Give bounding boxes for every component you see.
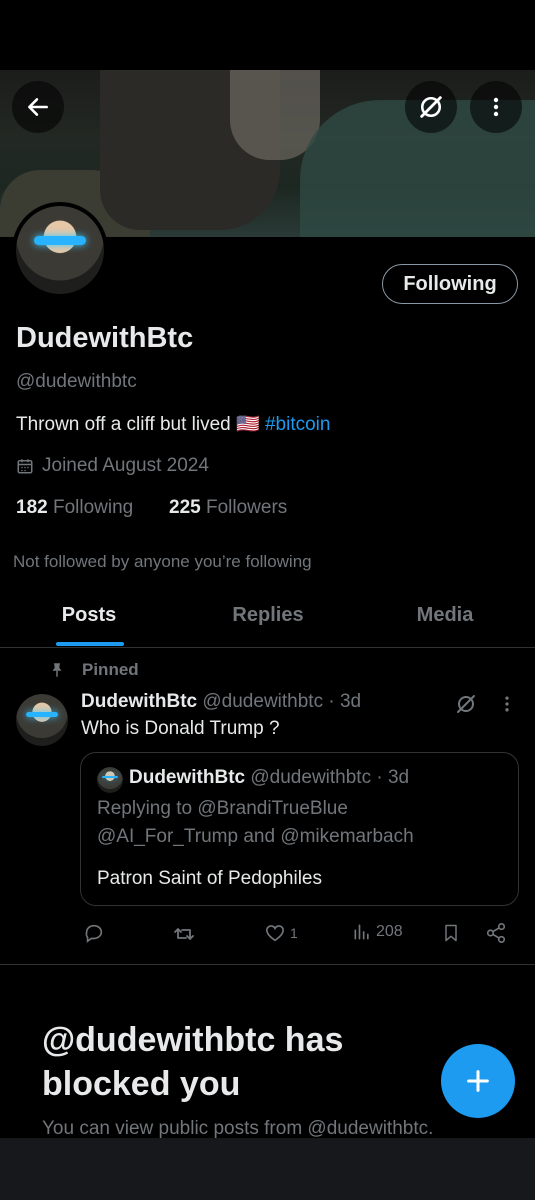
bio-text: Thrown off a cliff but lived 🇺🇸 <box>16 414 260 435</box>
repost-button[interactable] <box>172 922 196 946</box>
quoted-replying-line1: Replying to @BrandiTrueBlue <box>97 798 348 819</box>
bottom-navigation-bar <box>0 1138 535 1200</box>
heart-icon <box>265 925 285 942</box>
joined-date: Joined August 2024 <box>16 455 209 477</box>
active-tab-indicator <box>56 642 124 646</box>
compose-post-button[interactable] <box>441 1044 515 1118</box>
views-icon <box>354 924 369 940</box>
share-icon <box>486 923 506 943</box>
quoted-handle-time: @dudewithbtc · 3d <box>250 767 410 788</box>
grok-slash-icon <box>420 96 442 118</box>
repost-icon <box>174 928 194 940</box>
bio: Thrown off a cliff but lived 🇺🇸 #bitcoin <box>16 412 330 436</box>
joined-text: Joined August 2024 <box>42 455 209 476</box>
quoted-header: DudewithBtc @dudewithbtc · 3d <box>129 767 409 789</box>
arrow-left-icon <box>28 98 48 116</box>
followers-stat[interactable]: 225 Followers <box>169 497 287 519</box>
followers-label: Followers <box>205 497 288 518</box>
not-followed-note: Not followed by anyone you’re following <box>13 552 312 571</box>
quoted-replying-line2: @AI_For_Trump and @mikemarbach <box>97 826 414 847</box>
like-count: 1 <box>290 925 298 941</box>
user-handle: @dudewithbtc <box>16 371 137 392</box>
post-more-icon[interactable] <box>497 694 517 714</box>
display-name: DudewithBtc <box>16 322 194 354</box>
quoted-text: Patron Saint of Pedophiles <box>97 868 322 889</box>
tab-posts[interactable]: Posts <box>40 604 138 627</box>
bookmark-icon <box>445 924 457 942</box>
views-button[interactable]: 208 <box>352 922 403 942</box>
bookmark-button[interactable] <box>441 922 461 944</box>
quoted-author-name: DudewithBtc <box>129 767 246 788</box>
like-button[interactable]: 1 <box>264 922 298 944</box>
grok-button[interactable] <box>405 81 457 133</box>
post-text: Who is Donald Trump ? <box>81 718 280 739</box>
post-handle-time: @dudewithbtc · 3d <box>202 691 362 712</box>
bio-hashtag-link[interactable]: #bitcoin <box>265 414 331 435</box>
followers-count: 225 <box>169 497 201 518</box>
profile-avatar[interactable] <box>12 202 108 298</box>
blocked-title-line1: @dudewithbtc has <box>42 1021 344 1059</box>
tabs-divider <box>0 647 535 648</box>
following-button[interactable]: Following <box>382 264 518 304</box>
share-button[interactable] <box>485 922 507 944</box>
blocked-subtitle: You can view public posts from @dudewith… <box>42 1118 434 1139</box>
post-header: DudewithBtc @dudewithbtc · 3d <box>81 691 361 713</box>
quoted-author-avatar <box>97 767 123 793</box>
post-divider <box>0 964 535 965</box>
reply-icon <box>85 924 103 943</box>
tab-replies[interactable]: Replies <box>218 604 318 627</box>
following-count: 182 <box>16 497 48 518</box>
more-vertical-icon <box>493 97 499 117</box>
view-count: 208 <box>376 923 403 940</box>
plus-icon <box>467 1070 489 1092</box>
following-label: Following <box>52 497 134 518</box>
blocked-title: @dudewithbtc has blocked you <box>42 1018 343 1106</box>
following-stat[interactable]: 182 Following <box>16 497 133 519</box>
post-author-avatar[interactable] <box>16 694 68 746</box>
pin-icon <box>52 663 62 677</box>
calendar-icon <box>17 459 33 474</box>
blocked-title-line2: blocked you <box>42 1065 241 1103</box>
back-button[interactable] <box>12 81 64 133</box>
tab-media[interactable]: Media <box>395 604 495 627</box>
post-author-name[interactable]: DudewithBtc <box>81 691 197 712</box>
pinned-indicator: Pinned <box>48 660 139 680</box>
grok-slash-icon[interactable] <box>454 692 478 716</box>
pinned-label: Pinned <box>82 660 139 679</box>
quoted-post[interactable]: DudewithBtc @dudewithbtc · 3d Replying t… <box>80 752 519 906</box>
reply-button[interactable] <box>83 922 105 944</box>
more-options-button[interactable] <box>470 81 522 133</box>
